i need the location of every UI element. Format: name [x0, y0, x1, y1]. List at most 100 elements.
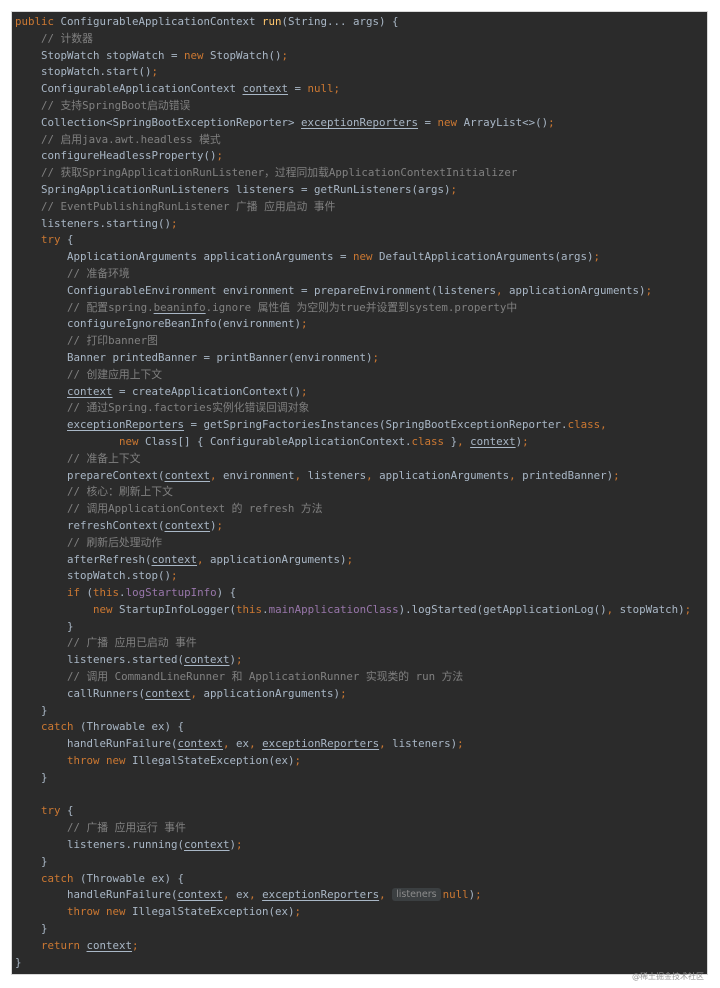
code-line[interactable]: // 获取SpringApplicationRunListener，过程同加载A… — [15, 165, 691, 182]
code-token: ex — [236, 888, 250, 902]
code-line[interactable]: } — [15, 770, 691, 787]
code-token: ; — [301, 384, 308, 398]
code-token: logStartupInfo — [125, 586, 217, 600]
code-line[interactable]: // 核心：刷新上下文 — [15, 484, 691, 501]
code-token: context — [145, 686, 191, 700]
code-line[interactable]: listeners.running(context); — [15, 837, 691, 854]
code-token: mainApplicationClass — [268, 602, 399, 616]
code-line[interactable]: if (this.logStartupInfo) { — [15, 585, 691, 602]
code-token: (Throwable ex) { — [80, 871, 185, 885]
code-line[interactable]: // EventPublishingRunListener 广播 应用启动 事件 — [15, 199, 691, 216]
code-area[interactable]: public ConfigurableApplicationContext ru… — [15, 14, 691, 971]
code-line[interactable]: // 调用ApplicationContext 的 refresh 方法 — [15, 501, 691, 518]
code-line[interactable]: return context; — [15, 938, 691, 955]
code-token: context — [184, 838, 230, 852]
code-token: ; — [281, 48, 289, 62]
code-line[interactable]: } — [15, 854, 691, 871]
code-line[interactable]: catch (Throwable ex) { — [15, 871, 691, 888]
code-token: stopWatch) — [619, 602, 685, 616]
code-line[interactable]: // 广播 应用运行 事件 — [15, 820, 691, 837]
code-line[interactable]: // 支持SpringBoot启动错误 — [15, 98, 691, 115]
code-token: listeners.started( — [15, 653, 185, 667]
code-line[interactable]: // 调用 CommandLineRunner 和 ApplicationRun… — [15, 669, 691, 686]
code-token: } — [15, 619, 74, 633]
code-line[interactable]: new StartupInfoLogger(this.mainApplicati… — [15, 602, 691, 619]
code-line[interactable]: listeners.starting(); — [15, 216, 691, 233]
code-token: ; — [171, 569, 178, 583]
code-line[interactable]: stopWatch.start(); — [15, 64, 691, 81]
code-editor[interactable]: public ConfigurableApplicationContext ru… — [12, 12, 707, 974]
code-token: ; — [216, 518, 224, 532]
code-line[interactable]: catch (Throwable ex) { — [15, 719, 691, 736]
code-line[interactable]: stopWatch.stop(); — [15, 568, 691, 585]
code-line[interactable]: configureIgnoreBeanInfo(environment); — [15, 316, 691, 333]
code-line[interactable]: // 准备环境 — [15, 266, 691, 283]
code-token: , — [223, 737, 237, 751]
code-line[interactable]: try { — [15, 803, 691, 820]
code-line[interactable]: // 启用java.awt.headless 模式 — [15, 132, 691, 149]
code-line[interactable]: public ConfigurableApplicationContext ru… — [15, 14, 691, 31]
code-line[interactable]: // 刷新后处理动作 — [15, 535, 691, 552]
code-line[interactable]: listeners.started(context); — [15, 652, 691, 669]
code-token: return — [15, 938, 87, 952]
code-line[interactable]: // 创建应用上下文 — [15, 367, 691, 384]
code-token: // 调用 CommandLineRunner 和 ApplicationRun… — [15, 670, 464, 684]
code-line[interactable]: Banner printedBanner = printBanner(envir… — [15, 350, 691, 367]
code-line[interactable]: ConfigurableEnvironment environment = pr… — [15, 283, 691, 300]
code-line[interactable]: ConfigurableApplicationContext context =… — [15, 81, 691, 98]
code-token: environment — [223, 468, 295, 482]
code-token: ; — [346, 552, 354, 566]
code-token: run — [262, 15, 282, 28]
code-token: // 获取SpringApplicationRunListener，过程同加载A… — [15, 166, 518, 180]
code-line[interactable]: StopWatch stopWatch = new StopWatch(); — [15, 48, 691, 65]
code-token: afterRefresh( — [15, 552, 152, 566]
code-line[interactable]: prepareContext(context, environment, lis… — [15, 468, 691, 485]
parameter-hint: listeners — [392, 888, 441, 902]
code-token: // 核心：刷新上下文 — [15, 485, 173, 499]
code-token: handleRunFailure( — [15, 737, 178, 751]
code-line[interactable]: afterRefresh(context, applicationArgumen… — [15, 552, 691, 569]
code-line[interactable]: exceptionReporters = getSpringFactoriesI… — [15, 417, 691, 434]
code-line[interactable]: context = createApplicationContext(); — [15, 384, 691, 401]
code-line[interactable]: new Class[] { ConfigurableApplicationCon… — [15, 434, 691, 451]
code-token: this — [236, 602, 263, 616]
code-line[interactable]: ApplicationArguments applicationArgument… — [15, 249, 691, 266]
code-line[interactable]: // 计数器 — [15, 31, 691, 48]
code-token: context — [86, 938, 133, 952]
code-line[interactable]: } — [15, 619, 691, 636]
code-line[interactable]: throw new IllegalStateException(ex); — [15, 753, 691, 770]
code-line[interactable]: configureHeadlessProperty(); — [15, 148, 691, 165]
code-token: // 打印banner图 — [15, 334, 158, 348]
code-token: ; — [593, 250, 601, 264]
code-token: } — [15, 854, 48, 868]
code-token: context — [177, 888, 224, 902]
code-token: try — [15, 233, 68, 247]
code-token: // 创建应用上下文 — [15, 367, 163, 381]
code-line[interactable]: handleRunFailure(context, ex, exceptionR… — [15, 887, 691, 904]
code-line[interactable]: // 广播 应用已启动 事件 — [15, 635, 691, 652]
code-token: (String... args) { — [281, 15, 399, 28]
code-line[interactable]: refreshContext(context); — [15, 518, 691, 535]
code-line[interactable]: Collection<SpringBootExceptionReporter> … — [15, 115, 691, 132]
code-line[interactable]: // 打印banner图 — [15, 333, 691, 350]
code-line[interactable]: SpringApplicationRunListeners listeners … — [15, 182, 691, 199]
code-line[interactable]: // 准备上下文 — [15, 451, 691, 468]
code-line[interactable]: handleRunFailure(context, ex, exceptionR… — [15, 736, 691, 753]
code-line[interactable]: // 配置spring.beaninfo.ignore 属性值 为空则为true… — [15, 300, 691, 317]
code-token: // 广播 应用已启动 事件 — [15, 636, 197, 650]
code-line[interactable]: } — [15, 955, 691, 972]
code-line[interactable]: } — [15, 703, 691, 720]
code-line[interactable]: callRunners(context, applicationArgument… — [15, 686, 691, 703]
code-token: context — [164, 518, 211, 532]
code-line[interactable]: // 通过Spring.factories实例化错误回调对象 — [15, 400, 691, 417]
code-token: listeners) — [392, 737, 458, 751]
code-token: context — [184, 653, 230, 667]
code-line[interactable] — [15, 787, 691, 804]
code-line[interactable]: try { — [15, 232, 691, 249]
code-line[interactable]: throw new IllegalStateException(ex); — [15, 904, 691, 921]
code-token: callRunners( — [15, 686, 146, 700]
code-line[interactable]: } — [15, 921, 691, 938]
code-token: context — [470, 434, 516, 448]
code-token: catch — [15, 720, 81, 734]
